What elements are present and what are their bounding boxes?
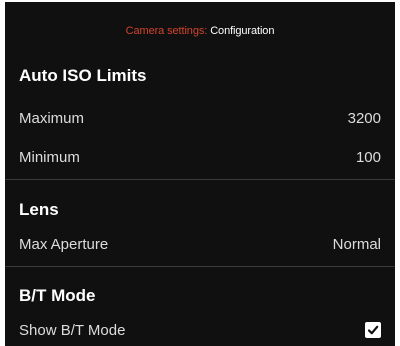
- settings-screen: Camera settings: Configuration Auto ISO …: [5, 2, 395, 346]
- setting-value: 3200: [347, 109, 381, 127]
- header-prefix: Camera settings:: [125, 25, 208, 37]
- setting-row-show-bt-mode[interactable]: Show B/T Mode: [19, 318, 381, 342]
- show-bt-mode-checkbox[interactable]: [365, 322, 381, 338]
- page-title: Configuration: [210, 25, 275, 37]
- section-title-bt-mode: B/T Mode: [19, 286, 96, 305]
- section-divider: [5, 179, 395, 180]
- setting-row-max-aperture[interactable]: Max Aperture Normal: [19, 232, 381, 256]
- setting-label: Show B/T Mode: [19, 321, 126, 339]
- setting-row-maximum[interactable]: Maximum 3200: [19, 106, 381, 130]
- section-title-auto-iso-limits: Auto ISO Limits: [19, 66, 147, 85]
- setting-label: Minimum: [19, 148, 80, 166]
- section-title-lens: Lens: [19, 200, 59, 219]
- setting-value: Normal: [332, 235, 381, 253]
- setting-label: Maximum: [19, 109, 85, 127]
- setting-row-minimum[interactable]: Minimum 100: [19, 145, 381, 169]
- setting-label: Max Aperture: [19, 235, 109, 253]
- section-divider: [5, 266, 395, 267]
- page-header: Camera settings: Configuration: [5, 2, 395, 62]
- checkmark-icon: [367, 325, 379, 335]
- setting-value: 100: [355, 148, 381, 166]
